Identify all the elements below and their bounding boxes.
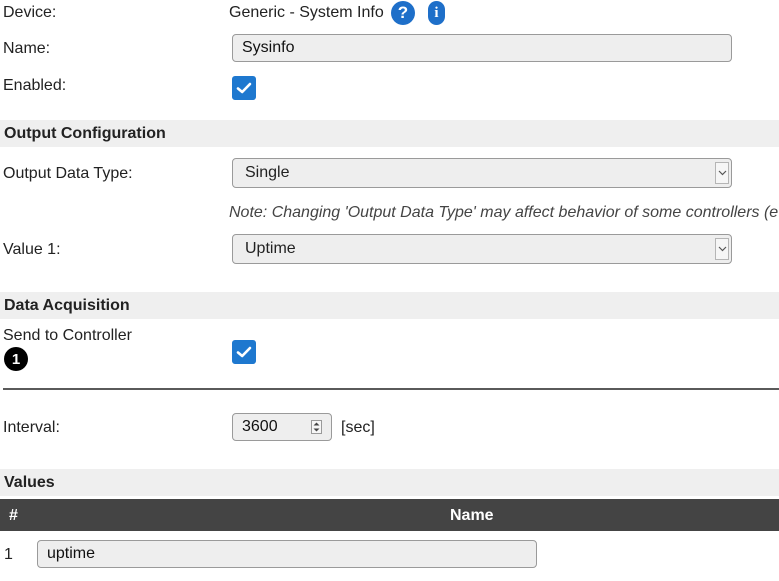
values-table-header: # Name	[0, 499, 779, 531]
chevron-down-icon	[715, 238, 729, 260]
checkmark-icon	[236, 82, 252, 94]
name-input[interactable]: Sysinfo	[232, 34, 732, 62]
interval-value: 3600	[242, 418, 278, 435]
output-configuration-heading: Output Configuration	[0, 120, 779, 147]
column-header-name: Name	[450, 507, 494, 524]
interval-input[interactable]: 3600	[232, 413, 332, 441]
interval-label: Interval:	[3, 419, 60, 436]
data-acquisition-heading: Data Acquisition	[0, 292, 779, 319]
question-circle-icon[interactable]: ?	[391, 1, 415, 25]
table-row-index: 1	[4, 546, 13, 563]
device-label: Device:	[3, 4, 57, 21]
output-data-type-value: Single	[245, 164, 290, 181]
divider	[3, 388, 779, 390]
output-data-type-note: Note: Changing 'Output Data Type' may af…	[229, 204, 779, 221]
value1-select[interactable]: Uptime	[232, 234, 732, 264]
enabled-label: Enabled:	[3, 77, 67, 94]
chevron-down-icon	[715, 162, 729, 184]
device-value: Generic - System Info	[229, 4, 384, 21]
controller-number-badge: 1	[4, 347, 28, 371]
column-header-index: #	[9, 507, 18, 524]
value-name-input[interactable]: uptime	[37, 540, 537, 568]
enabled-checkbox[interactable]	[232, 76, 256, 100]
interval-unit: [sec]	[341, 419, 375, 436]
value1-label: Value 1:	[3, 241, 61, 258]
info-circle-icon[interactable]: i	[428, 1, 445, 25]
output-data-type-select[interactable]: Single	[232, 158, 732, 188]
value1-value: Uptime	[245, 240, 296, 257]
send-to-controller-label: Send to Controller	[3, 327, 132, 344]
spinner-icon[interactable]	[311, 420, 322, 434]
send-to-controller-checkbox[interactable]	[232, 340, 256, 364]
name-label: Name:	[3, 40, 51, 57]
values-heading: Values	[0, 469, 779, 496]
output-data-type-label: Output Data Type:	[3, 165, 133, 182]
checkmark-icon	[236, 346, 252, 358]
